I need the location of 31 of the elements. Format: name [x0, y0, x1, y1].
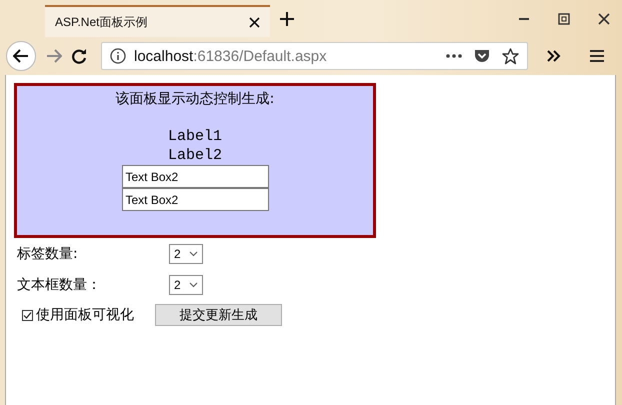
back-button[interactable] [6, 41, 36, 71]
pocket-icon[interactable] [474, 48, 490, 64]
new-tab-icon[interactable] [280, 12, 294, 26]
more-icon[interactable] [446, 54, 462, 58]
back-arrow-icon[interactable] [13, 49, 29, 63]
url-text: localhost:61836/Default.aspx [134, 48, 327, 64]
count-dropdown[interactable]: 2 [169, 244, 203, 264]
caret-icon[interactable] [189, 282, 198, 288]
forward-icon[interactable] [46, 49, 62, 63]
text-box[interactable]: Text Box2 [122, 188, 268, 211]
menu-icon[interactable] [590, 50, 604, 62]
submit-button[interactable]: 提交更新生成 [155, 304, 282, 326]
text-box[interactable]: Text Box2 [122, 165, 268, 188]
close-icon[interactable] [249, 16, 260, 28]
label-text: Label1 [168, 127, 222, 146]
overflow-icon[interactable] [546, 49, 562, 63]
reload-icon[interactable] [72, 48, 87, 64]
maximize-icon[interactable] [558, 12, 570, 24]
field-label: 标签数量: [16, 244, 79, 262]
checkbox[interactable] [22, 310, 33, 320]
info-icon[interactable] [110, 48, 126, 64]
field-label: 文本框数量： [16, 276, 102, 294]
address-bar[interactable]: localhost:61836/Default.aspx [101, 42, 528, 70]
checkbox-label: 使用面板可视化 [36, 306, 134, 324]
browser-tab[interactable]: ASP.Net面板示例 [45, 5, 270, 37]
label-text: Label2 [168, 146, 222, 165]
caret-icon[interactable] [189, 250, 198, 256]
count-dropdown[interactable]: 2 [169, 274, 203, 294]
close-icon[interactable] [598, 12, 610, 24]
panel-heading: 该面板显示动态控制生成: [116, 90, 274, 108]
star-icon[interactable] [502, 48, 519, 64]
